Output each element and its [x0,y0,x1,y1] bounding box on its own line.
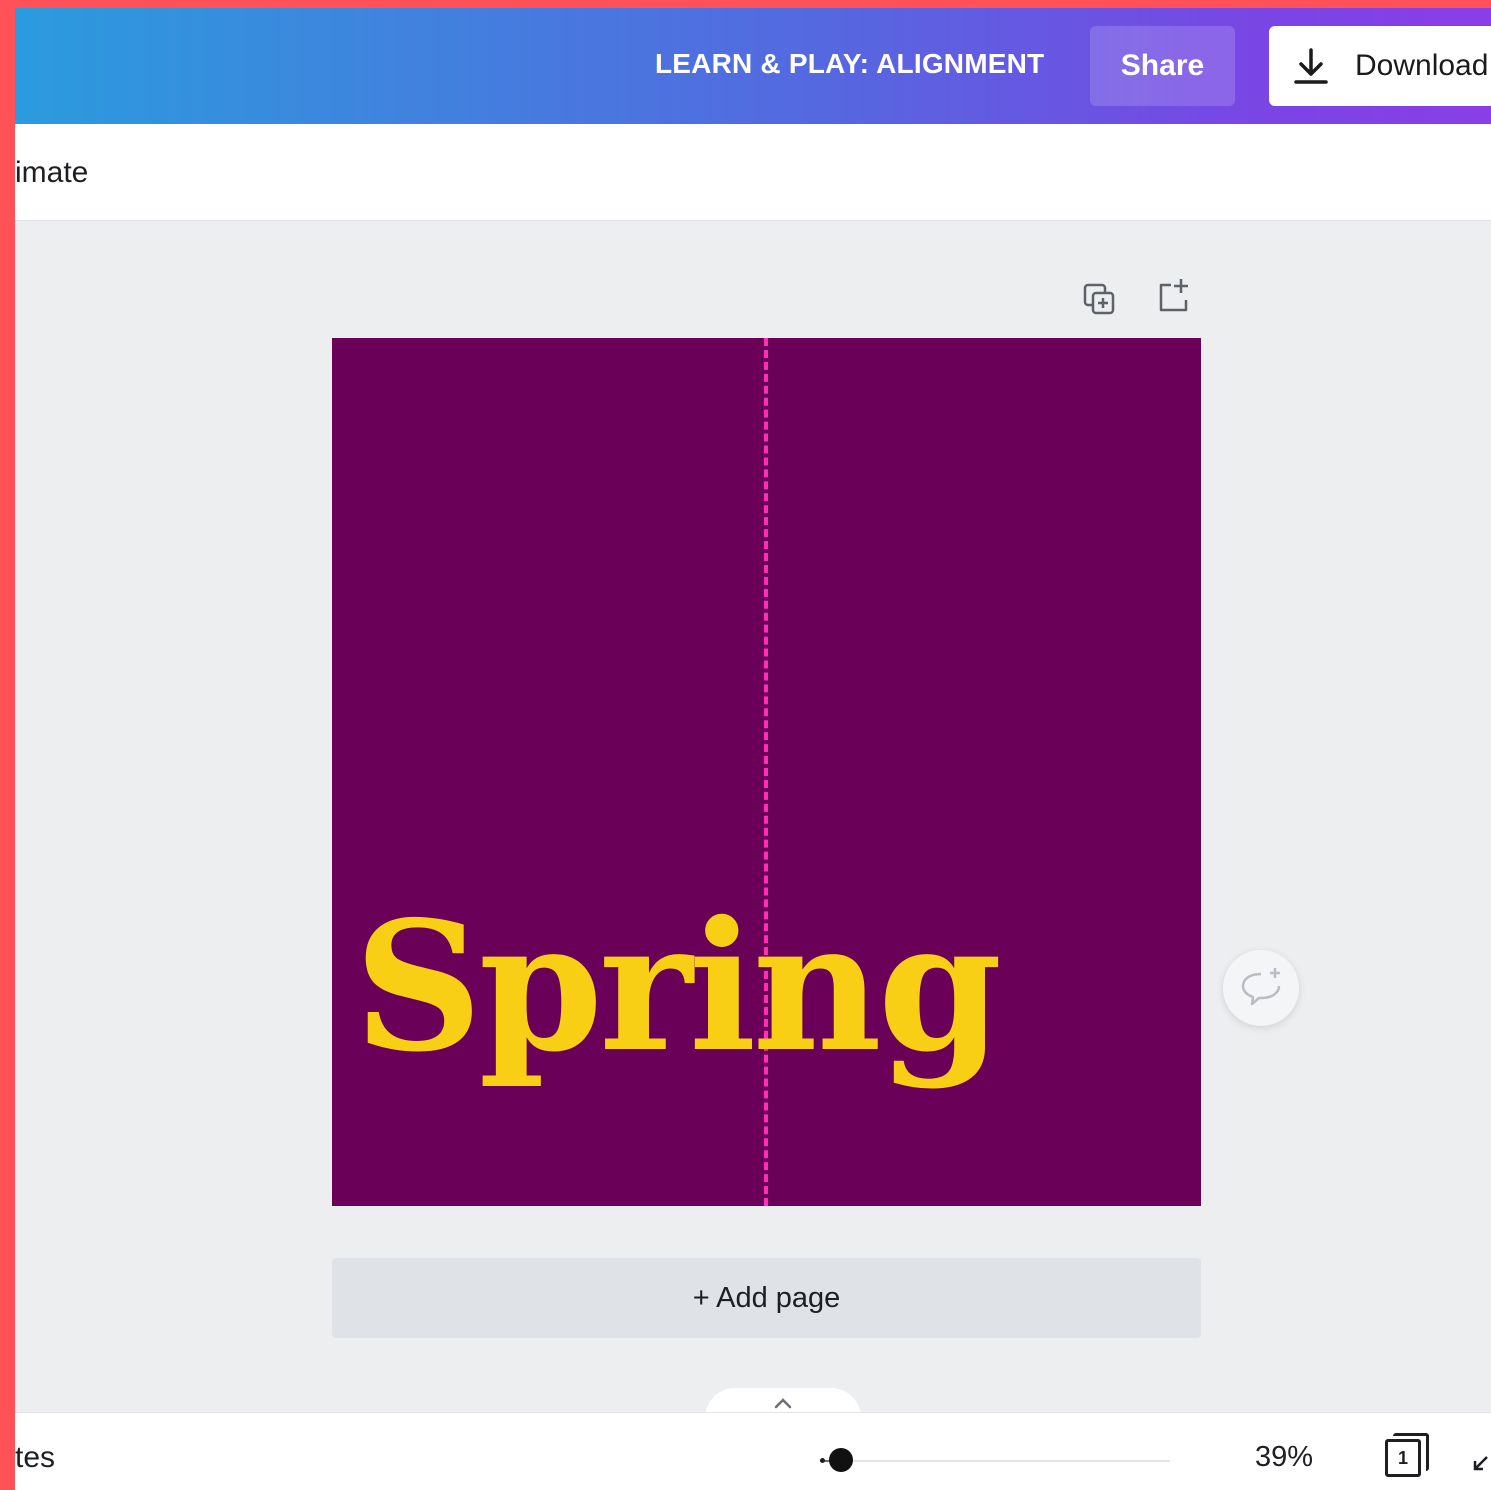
zoom-slider-min-dot [820,1458,825,1463]
duplicate-page-icon[interactable] [1080,280,1120,320]
editor-window: LEARN & PLAY: ALIGNMENT Share Download i… [15,8,1491,1490]
fullscreen-icon[interactable] [1471,1453,1491,1477]
animate-button[interactable]: imate [15,156,88,190]
spring-text[interactable]: Spring [354,898,1002,1076]
zoom-slider-knob[interactable] [829,1448,853,1472]
zoom-level[interactable]: 39% [1255,1441,1313,1474]
download-icon [1291,46,1331,86]
bottom-bar: tes 39% 1 [15,1412,1491,1490]
design-canvas[interactable]: Spring [332,338,1201,1206]
page-number: 1 [1385,1439,1421,1477]
chevron-up-icon [773,1394,793,1413]
zoom-slider-track [820,1460,1170,1462]
comment-icon [1237,964,1285,1012]
download-label: Download [1355,49,1489,82]
add-page-button[interactable]: + Add page [332,1258,1201,1338]
zoom-slider[interactable] [820,1448,1170,1472]
notes-button[interactable]: tes [15,1441,55,1475]
share-button[interactable]: Share [1090,26,1235,106]
design-title[interactable]: LEARN & PLAY: ALIGNMENT [655,48,1044,80]
top-header: LEARN & PLAY: ALIGNMENT Share Download [15,8,1491,124]
page-count-button[interactable]: 1 [1385,1433,1431,1481]
download-button[interactable]: Download [1269,26,1491,106]
editor-toolbar: imate [15,124,1491,221]
add-comment-button[interactable] [1223,950,1299,1026]
add-page-icon[interactable] [1153,276,1193,316]
